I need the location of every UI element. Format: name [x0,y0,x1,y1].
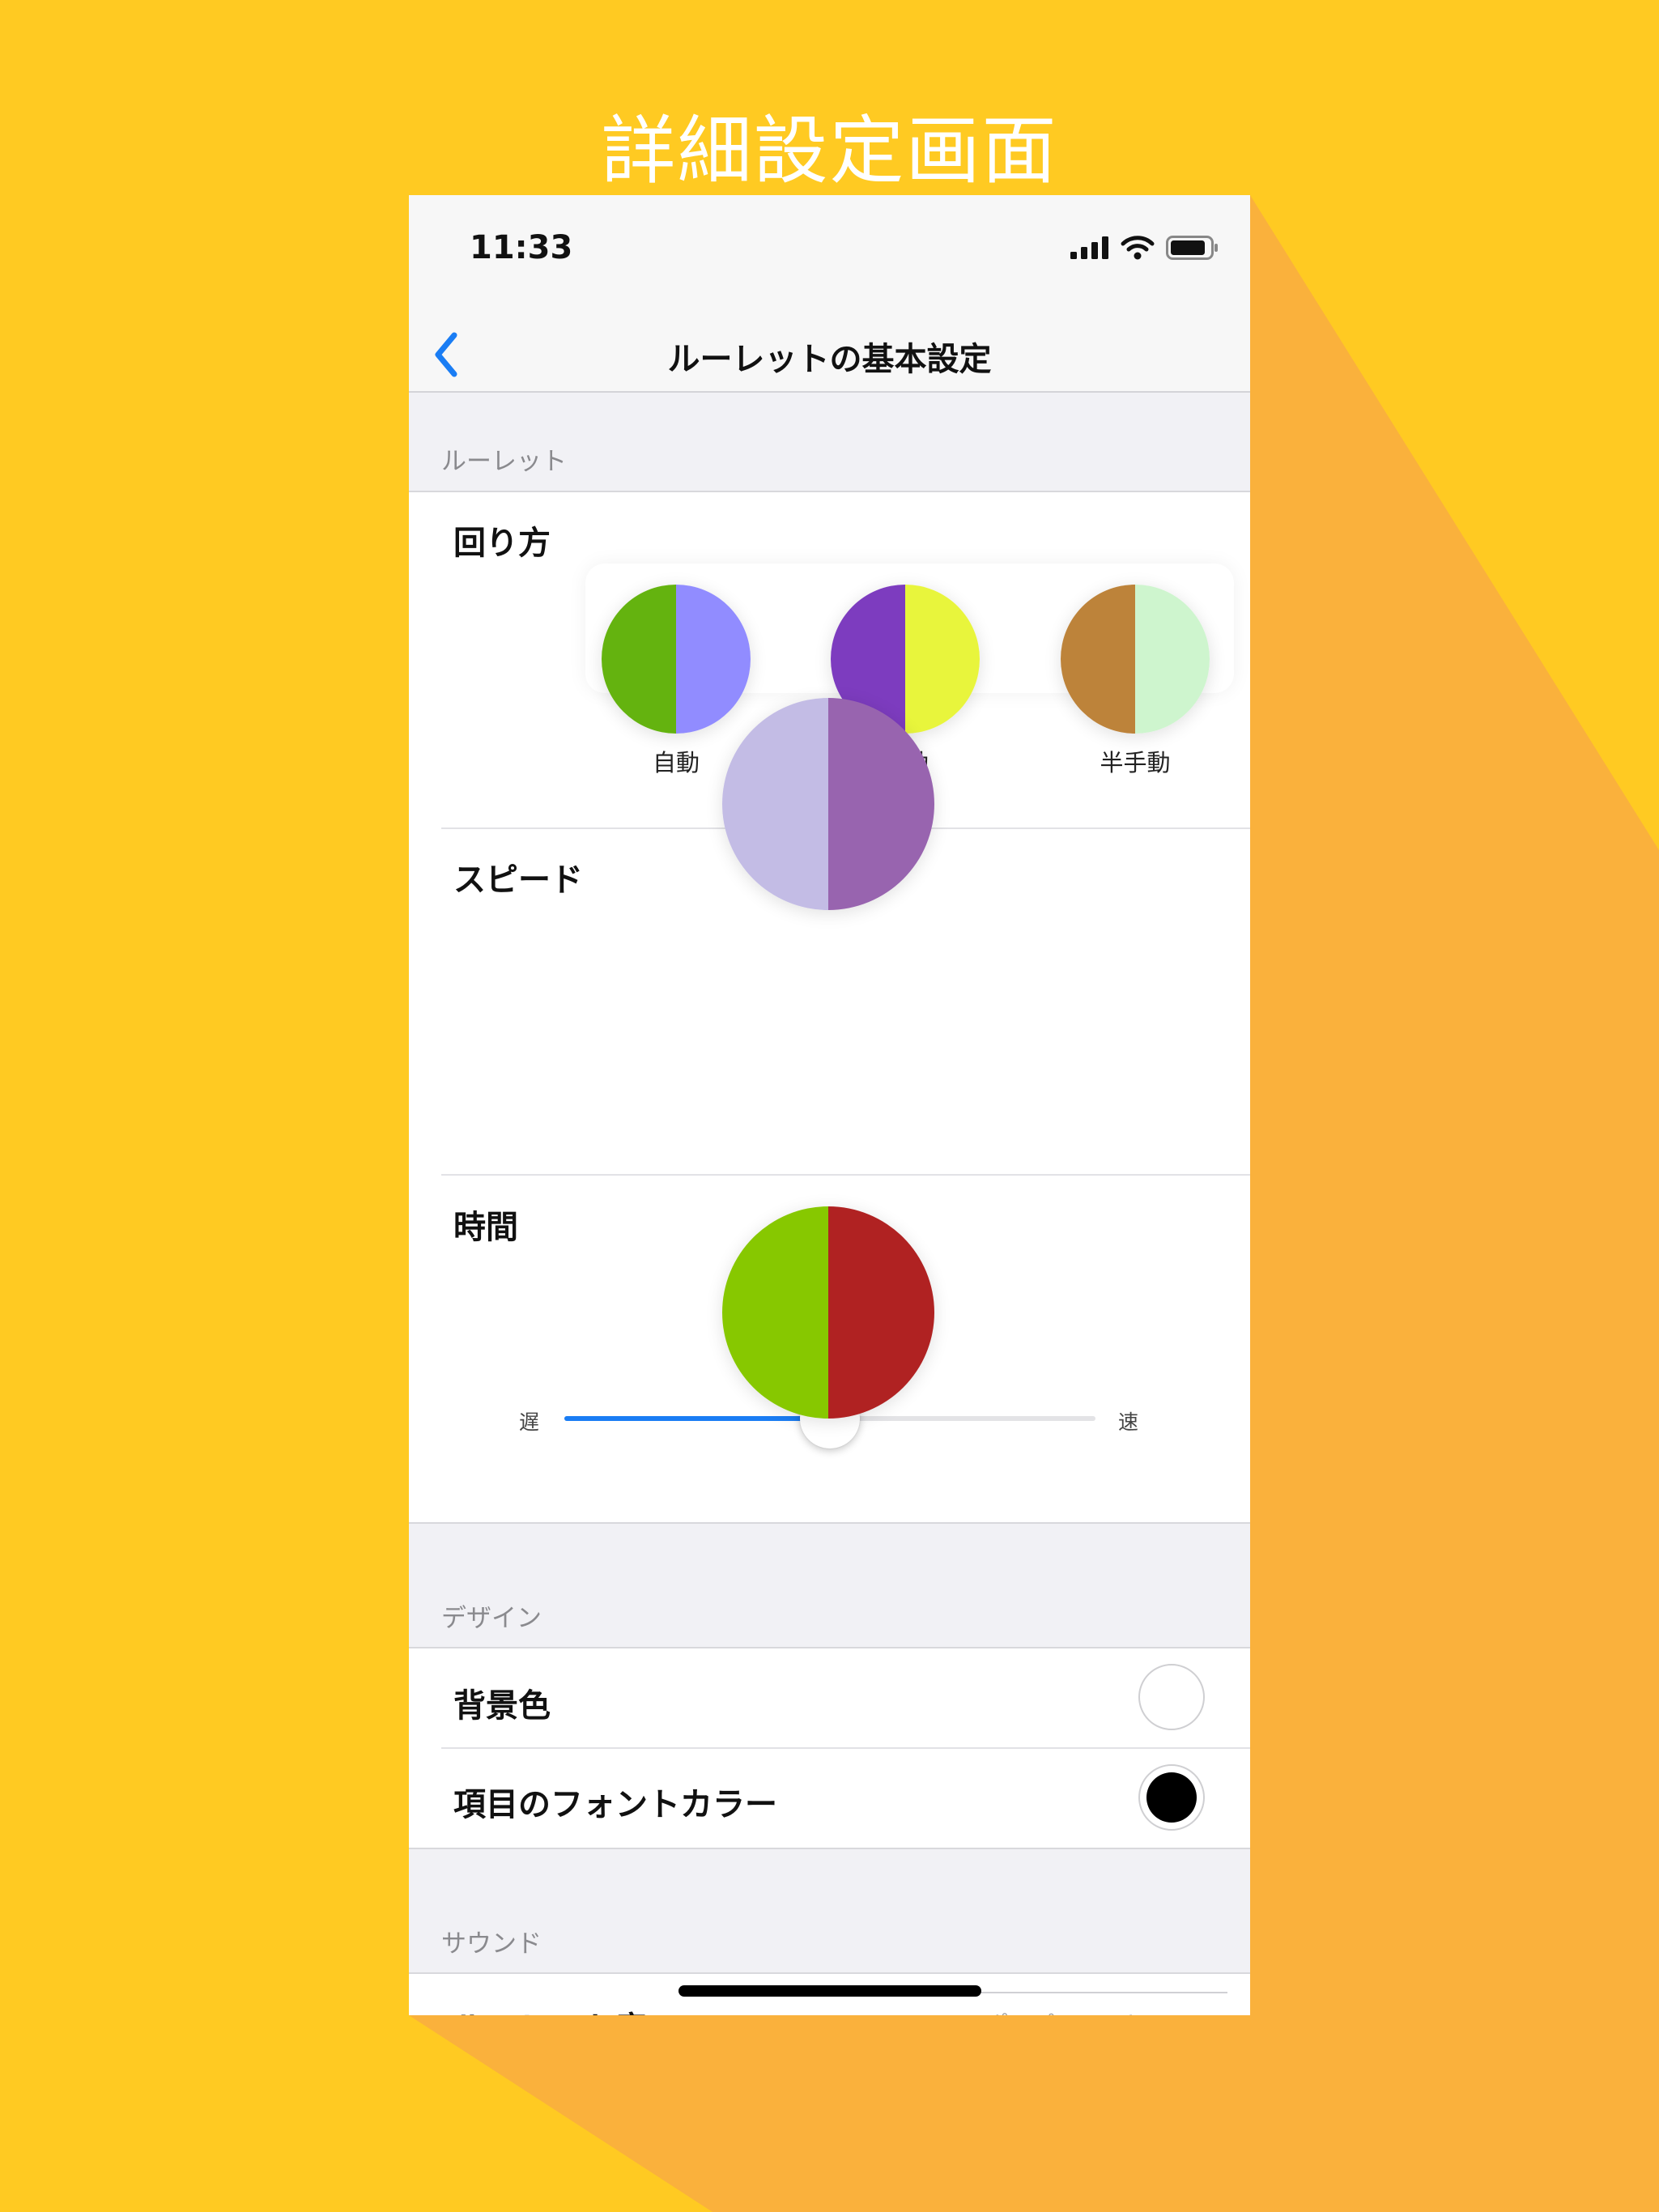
scroll-indicator-line [976,1992,1227,1993]
separator-line [409,1522,1250,1524]
roulette-settings-card: 回り方 自動 手動 半手動 スピード [409,492,1250,1797]
separator-line [409,1848,1250,1849]
circle-left-half [722,1206,828,1419]
sound-row-label-partial[interactable]: ルーレット音 [453,2002,648,2015]
spin-mode-title: 回り方 [453,525,551,562]
screen-caption: 詳細設定画面 [601,108,1058,194]
row-divider [441,1174,1250,1176]
font-color-label: 項目のフォントカラー [453,1786,777,1823]
speed-slider-fill [564,1416,830,1421]
status-bar: 11:33 [409,195,1250,317]
time-title: 時間 [453,1209,518,1246]
cellular-signal-icon [1070,236,1108,259]
section-header-sound: サウンド [441,1929,542,1959]
battery-icon [1166,236,1218,260]
home-indicator[interactable] [678,1985,981,1997]
spin-mode-semi-manual-circle [1061,585,1210,734]
speed-max-label: 速 [1118,1410,1139,1434]
font-color-swatch-fill [1146,1772,1197,1823]
circle-left-half [722,698,828,910]
page-title: ルーレットの基本設定 [667,341,992,378]
design-settings-card: 背景色 項目のフォントカラー [409,1648,1250,1849]
sound-row-value-partial: ポップスロット [986,2007,1145,2015]
section-header-roulette: ルーレット [441,447,567,476]
background-color-label: 背景色 [453,1687,551,1725]
speed-preview-circle [722,698,934,910]
circle-right-half [828,1206,934,1419]
background-color-swatch[interactable] [1138,1664,1205,1730]
phone-screen: 11:33 ルーレットの基本設定 ルーレット 回り方 自動 半手動 スピード 遅… [409,195,1250,2015]
spin-mode-semi-manual-label: 半手動 [1100,749,1171,776]
navigation-bar: ルーレットの基本設定 [409,317,1250,393]
speed-min-label: 遅 [519,1410,540,1434]
wifi-icon [1121,236,1155,260]
speed-title: スピード [453,861,583,899]
row-divider [441,1747,1250,1749]
section-header-design: デザイン [441,1604,542,1633]
status-icons [1070,236,1219,260]
font-color-swatch[interactable] [1138,1764,1205,1831]
spin-mode-auto-circle [602,585,751,734]
time-preview-circle [722,1206,934,1419]
status-time: 11:33 [470,229,573,266]
